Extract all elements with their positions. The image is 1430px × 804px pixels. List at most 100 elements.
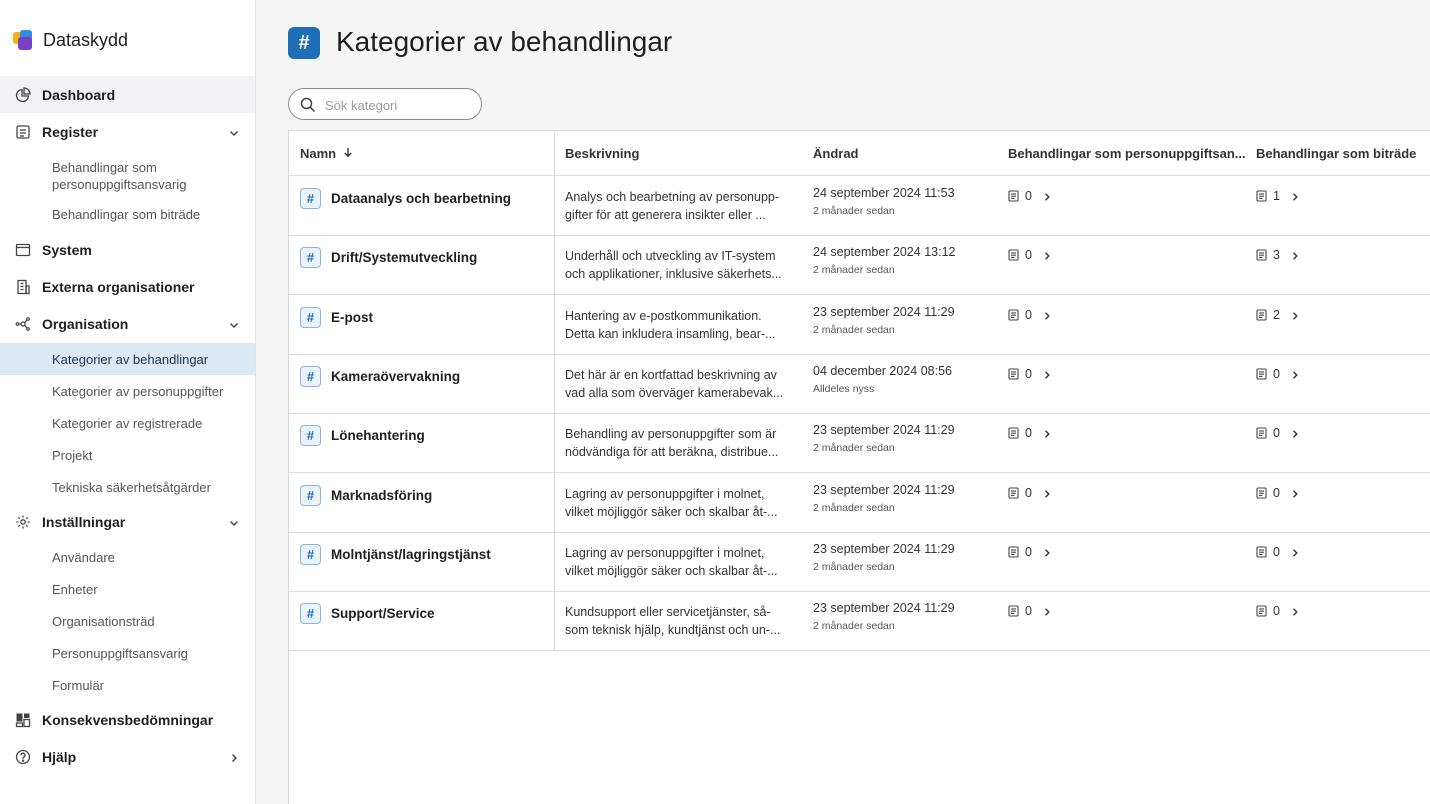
chevron-right-icon bbox=[1042, 606, 1052, 616]
category-description: Behandling av personuppgifter som är nödv… bbox=[565, 425, 793, 461]
controller-count-link[interactable]: 0 bbox=[1008, 248, 1052, 262]
controller-count-link[interactable]: 0 bbox=[1008, 308, 1052, 322]
dashboard-grid-icon bbox=[15, 712, 31, 728]
brand[interactable]: Dataskydd bbox=[12, 28, 128, 52]
column-header-changed[interactable]: Ändrad bbox=[813, 146, 859, 161]
sidebar-item-kategorier-personuppgifter[interactable]: Kategorier av personuppgifter bbox=[0, 383, 255, 401]
category-name[interactable]: Marknadsföring bbox=[331, 488, 432, 503]
sidebar-item-projekt[interactable]: Projekt bbox=[0, 447, 255, 465]
processor-count-link[interactable]: 2 bbox=[1256, 308, 1300, 322]
description-line: Behandling av personuppgifter som är bbox=[565, 427, 777, 442]
sidebar-item-formular[interactable]: Formulär bbox=[0, 677, 255, 695]
nav-externa-organisationer[interactable]: Externa organisationer bbox=[0, 278, 255, 296]
document-icon bbox=[1008, 309, 1019, 321]
processor-count-link[interactable]: 0 bbox=[1256, 367, 1300, 381]
processor-count: 1 bbox=[1273, 189, 1280, 203]
register-icon bbox=[15, 124, 31, 140]
nav-hjalp[interactable]: Hjälp bbox=[0, 748, 255, 766]
table-row[interactable]: # Lönehantering Behandling av personuppgif… bbox=[289, 413, 1430, 472]
sidebar-item-kategorier-registrerade[interactable]: Kategorier av registrerade bbox=[0, 415, 255, 433]
category-name[interactable]: Dataanalys och bearbetning bbox=[331, 191, 511, 206]
processor-count-link[interactable]: 3 bbox=[1256, 248, 1300, 262]
gear-icon bbox=[15, 514, 31, 530]
sidebar-item-organisationstrad[interactable]: Organisationsträd bbox=[0, 613, 255, 631]
changed-relative: 2 månader sedan bbox=[813, 620, 895, 633]
category-description: Underhåll och utveckling av IT-system och… bbox=[565, 247, 793, 283]
processor-count: 0 bbox=[1273, 426, 1280, 441]
processor-count: 0 bbox=[1273, 366, 1280, 381]
controller-count: 0 bbox=[1025, 426, 1032, 441]
nav-installningar[interactable]: Inställningar bbox=[0, 513, 255, 531]
category-name[interactable]: Kameraövervakning bbox=[331, 369, 460, 384]
description-line: som teknisk hjälp, kundtjänst och un-... bbox=[565, 623, 781, 638]
search-box[interactable] bbox=[288, 88, 482, 120]
sidebar-item-behandlingar-ansvarig[interactable]: Behandlingar som personuppgiftsansvarig bbox=[0, 158, 255, 194]
processor-count-link[interactable]: 1 bbox=[1256, 189, 1300, 203]
document-icon bbox=[1256, 190, 1267, 202]
sidebar-item-personuppgiftsansvarig[interactable]: Personuppgiftsansvarig bbox=[0, 645, 255, 663]
processor-count-link[interactable]: 0 bbox=[1256, 604, 1300, 618]
controller-count-link[interactable]: 0 bbox=[1008, 545, 1052, 559]
chevron-down-icon[interactable] bbox=[228, 516, 240, 528]
controller-count-link[interactable]: 0 bbox=[1008, 604, 1052, 618]
page-title: Kategorier av behandlingar bbox=[336, 26, 673, 57]
column-header-controller[interactable]: Behandlingar som personuppgiftsan... bbox=[1008, 146, 1246, 161]
sidebar-item-tekniska-sakerhetsatgarder[interactable]: Tekniska säkerhetsåtgärder bbox=[0, 479, 255, 497]
table-row[interactable]: # Drift/Systemutveckling Underhåll och utv… bbox=[289, 235, 1430, 294]
category-name[interactable]: E-post bbox=[331, 310, 373, 325]
column-header-processor[interactable]: Behandlingar som biträde bbox=[1256, 146, 1416, 161]
table-row[interactable]: # Molntjänst/lagringstjänst Lagring av per… bbox=[289, 532, 1430, 591]
controller-count-link[interactable]: 0 bbox=[1008, 486, 1052, 500]
document-icon bbox=[1256, 486, 1267, 499]
category-name[interactable]: Lönehantering bbox=[331, 428, 425, 443]
table-row[interactable]: # Kameraövervakning Det här är en kortfatt… bbox=[289, 354, 1430, 413]
chevron-right-icon bbox=[1290, 369, 1300, 379]
pie-chart-icon bbox=[15, 87, 31, 103]
processor-count-link[interactable]: 0 bbox=[1256, 545, 1300, 559]
building-icon bbox=[15, 279, 31, 295]
description-line: Det här är en kortfattad beskrivning av bbox=[565, 367, 777, 382]
processor-count-link[interactable]: 0 bbox=[1256, 486, 1300, 500]
controller-count-link[interactable]: 0 bbox=[1008, 189, 1052, 203]
document-icon bbox=[1008, 486, 1019, 499]
sidebar-item-anvandare[interactable]: Användare bbox=[0, 549, 255, 567]
processor-count: 0 bbox=[1273, 544, 1280, 559]
category-description: Kundsupport eller servicetjänster, så-so… bbox=[565, 603, 793, 639]
sidebar-item-enheter[interactable]: Enheter bbox=[0, 581, 255, 599]
category-name[interactable]: Drift/Systemutveckling bbox=[331, 250, 477, 265]
column-header-description[interactable]: Beskrivning bbox=[565, 146, 639, 161]
category-name[interactable]: Molntjänst/lagringstjänst bbox=[331, 547, 491, 562]
nav-dashboard[interactable]: Dashboard bbox=[0, 86, 255, 104]
search-input[interactable] bbox=[325, 95, 475, 115]
description-line: och applikationer, inklusive säkerhets..… bbox=[565, 267, 782, 282]
sidebar-item-behandlingar-bitrade[interactable]: Behandlingar som biträde bbox=[0, 206, 255, 224]
processor-count-link[interactable]: 0 bbox=[1256, 426, 1300, 440]
nav-organisation[interactable]: Organisation bbox=[0, 315, 255, 333]
nav-system[interactable]: System bbox=[0, 241, 255, 259]
category-description: Analys och bearbetning av personupp-gift… bbox=[565, 188, 793, 224]
table-row[interactable]: # Dataanalys och bearbetning Analys och be… bbox=[289, 176, 1430, 235]
changed-relative: 2 månader sedan bbox=[813, 205, 895, 217]
nav-register[interactable]: Register bbox=[0, 123, 255, 141]
table-row[interactable]: # E-post Hantering av e-postkommunikation.… bbox=[289, 295, 1430, 354]
table-row[interactable]: # Marknadsföring Lagring av personuppgifte… bbox=[289, 473, 1430, 532]
nav-konsekvensbedomningar[interactable]: Konsekvensbedömningar bbox=[0, 711, 255, 729]
sidebar-item-kategorier-behandlingar[interactable]: Kategorier av behandlingar bbox=[0, 343, 255, 375]
changed-relative: 2 månader sedan bbox=[813, 323, 895, 336]
chevron-down-icon[interactable] bbox=[228, 126, 240, 138]
controller-count-link[interactable]: 0 bbox=[1008, 367, 1052, 381]
column-header-name[interactable]: Namn bbox=[300, 146, 354, 161]
document-icon bbox=[1256, 309, 1267, 321]
category-name[interactable]: Support/Service bbox=[331, 606, 435, 621]
network-icon bbox=[15, 316, 31, 332]
controller-count: 0 bbox=[1025, 248, 1032, 263]
chevron-down-icon[interactable] bbox=[228, 318, 240, 330]
controller-count: 0 bbox=[1025, 485, 1032, 500]
chevron-right-icon bbox=[1290, 428, 1300, 438]
hash-icon: # bbox=[300, 484, 321, 506]
table-row[interactable]: # Support/Service Kundsupport eller servic… bbox=[289, 591, 1430, 650]
description-line: Analys och bearbetning av personupp- bbox=[565, 190, 780, 204]
controller-count-link[interactable]: 0 bbox=[1008, 426, 1052, 440]
chevron-right-icon[interactable] bbox=[228, 751, 240, 763]
changed-relative: 2 månader sedan bbox=[813, 501, 895, 514]
